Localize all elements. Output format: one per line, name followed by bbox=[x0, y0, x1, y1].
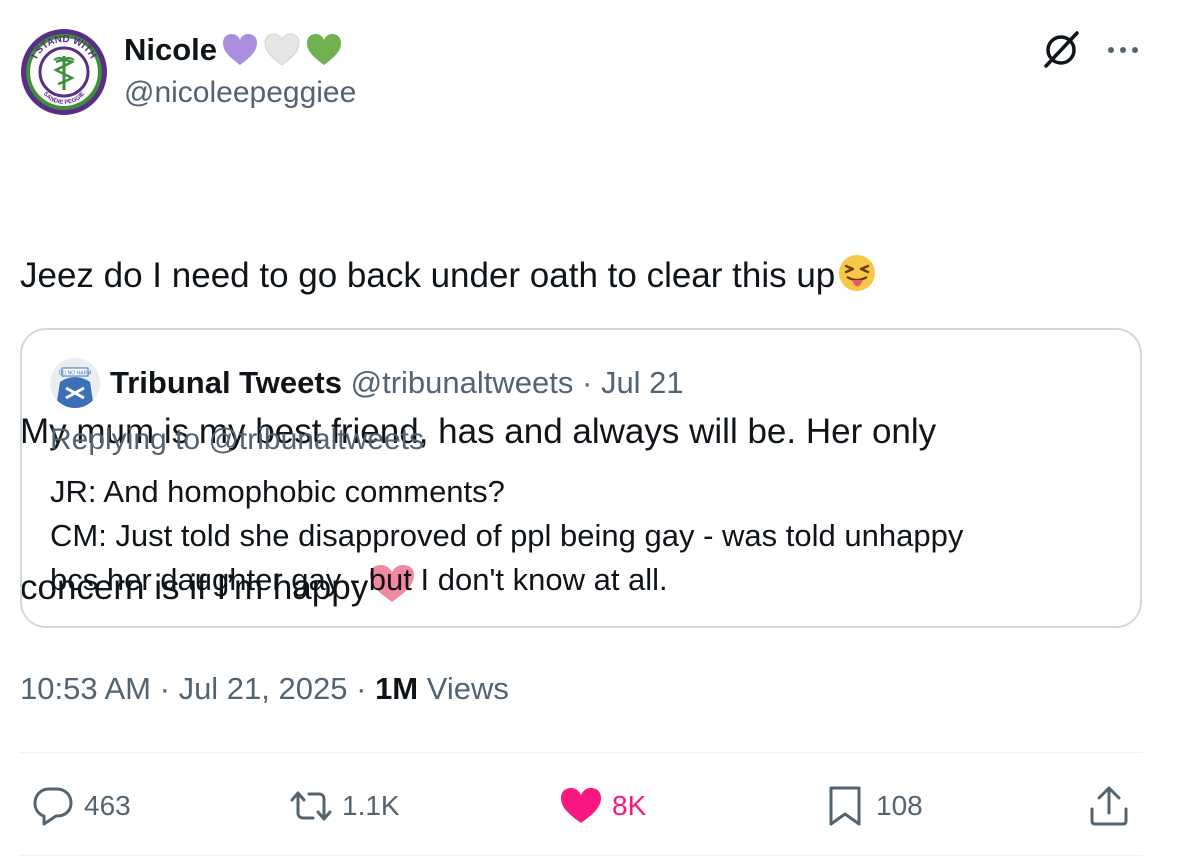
grok-icon[interactable] bbox=[1040, 28, 1082, 70]
views-label: Views bbox=[426, 671, 509, 706]
quoted-line: bcs her daughter gay - but I don't know … bbox=[50, 562, 668, 597]
timestamp-separator: · bbox=[356, 671, 367, 706]
author-name[interactable]: Nicole bbox=[124, 32, 217, 68]
quoted-author-handle[interactable]: @tribunaltweets bbox=[351, 365, 574, 400]
bookmark-button[interactable]: 108 bbox=[822, 778, 923, 834]
tweet-date[interactable]: Jul 21, 2025 bbox=[179, 671, 348, 706]
timestamp-separator: · bbox=[159, 671, 170, 706]
quoted-tweet[interactable]: DO NO HARM Tribunal Tweets @tribunaltwee… bbox=[20, 328, 1142, 628]
quoted-separator: · bbox=[581, 365, 593, 400]
quoted-replying-to: Replying to @tribunaltweets bbox=[50, 418, 424, 462]
purple-heart-icon bbox=[221, 32, 259, 68]
quoted-text: JR: And homophobic comments? CM: Just to… bbox=[50, 470, 1110, 602]
share-button[interactable] bbox=[1086, 778, 1140, 834]
green-heart-icon bbox=[305, 32, 343, 68]
like-button[interactable]: 8K bbox=[558, 778, 646, 834]
bookmark-icon bbox=[829, 786, 861, 826]
author-avatar[interactable]: I STAND WITH SANDIE PEGGIE bbox=[20, 28, 108, 116]
tweet-line: Jeez do I need to go back under oath to … bbox=[20, 250, 1140, 302]
tweet-time[interactable]: 10:53 AM bbox=[20, 671, 151, 706]
views-count[interactable]: 1M bbox=[375, 671, 418, 706]
reply-icon bbox=[33, 787, 73, 826]
divider bbox=[20, 752, 1142, 753]
author-name-row[interactable]: Nicole bbox=[124, 30, 343, 70]
more-icon[interactable] bbox=[1104, 36, 1142, 64]
quoted-author-avatar[interactable]: DO NO HARM bbox=[50, 358, 100, 408]
white-heart-icon bbox=[263, 32, 301, 68]
reply-button[interactable]: 463 bbox=[30, 778, 131, 834]
like-count: 8K bbox=[612, 790, 647, 821]
quoted-date[interactable]: Jul 21 bbox=[601, 365, 684, 400]
replying-handle[interactable]: @tribunaltweets bbox=[208, 423, 424, 456]
repost-icon bbox=[290, 791, 332, 821]
quoted-header: Tribunal Tweets @tribunaltweets · Jul 21 bbox=[110, 360, 684, 406]
author-handle[interactable]: @nicoleepeggiee bbox=[124, 76, 356, 110]
tweet-timestamp: 10:53 AM · Jul 21, 2025 · 1M Views bbox=[20, 666, 509, 712]
reply-count: 463 bbox=[84, 790, 131, 821]
author-avatar-image: I STAND WITH SANDIE PEGGIE bbox=[21, 29, 107, 115]
bookmark-count: 108 bbox=[876, 790, 923, 821]
quoted-author-name[interactable]: Tribunal Tweets bbox=[110, 365, 342, 400]
quoted-avatar-text: DO NO HARM bbox=[59, 371, 92, 377]
repost-count: 1.1K bbox=[342, 790, 400, 821]
squinting-face-with-tongue-icon bbox=[835, 253, 879, 293]
share-icon bbox=[1090, 786, 1128, 826]
quoted-line: JR: And homophobic comments? bbox=[50, 474, 505, 509]
quoted-line: CM: Just told she disapproved of ppl bei… bbox=[50, 518, 964, 553]
tweet-line-text: Jeez do I need to go back under oath to … bbox=[20, 256, 836, 295]
heart-filled-icon bbox=[561, 788, 601, 823]
repost-button[interactable]: 1.1K bbox=[288, 778, 400, 834]
replying-prefix: Replying to bbox=[50, 423, 201, 456]
